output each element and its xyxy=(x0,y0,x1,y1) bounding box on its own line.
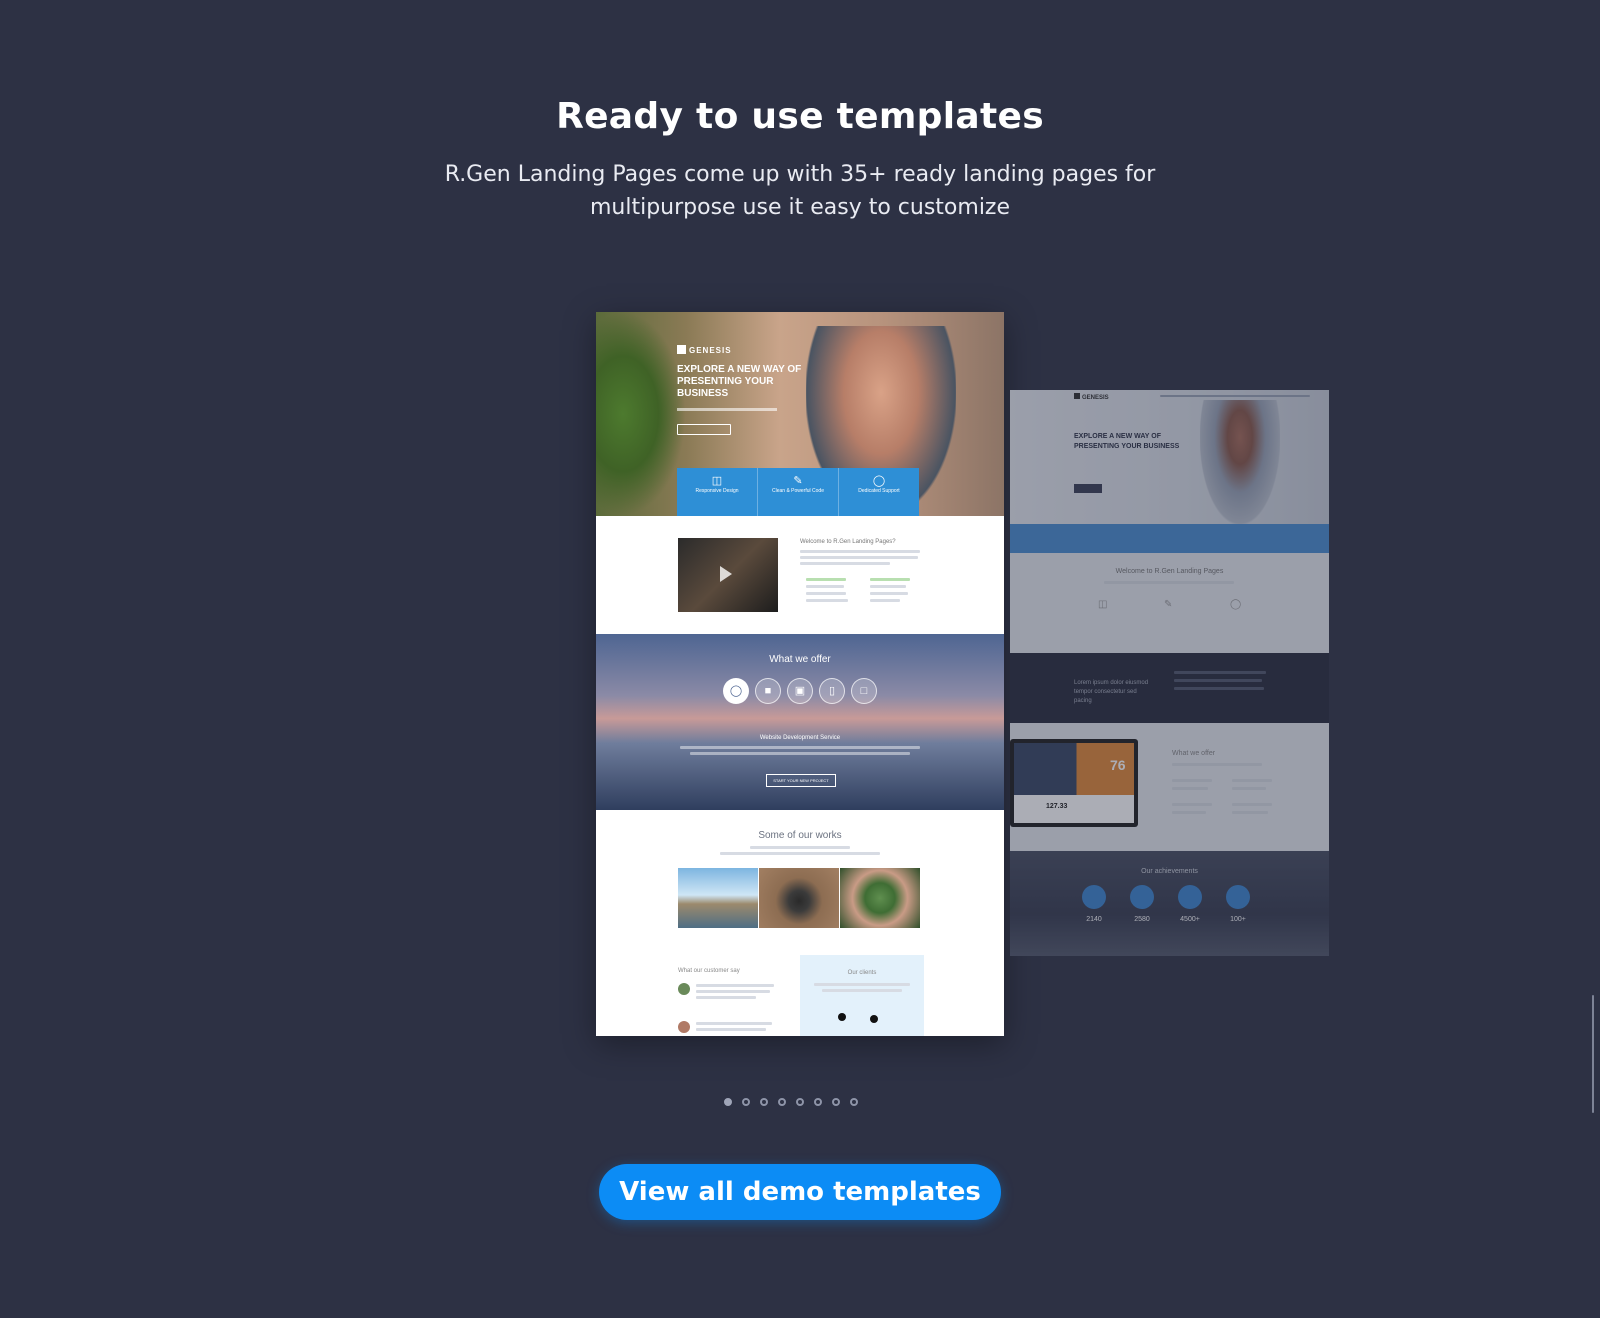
carousel-dot[interactable] xyxy=(796,1098,804,1106)
megaphone-icon: ■ xyxy=(755,678,781,704)
view-all-templates-button[interactable]: View all demo templates xyxy=(599,1164,1001,1220)
template-preview-main[interactable]: GENESIS EXPLORE A NEW WAY OF PRESENTING … xyxy=(596,312,1004,1036)
offer-heading: What we offer xyxy=(769,654,831,665)
carousel-dot[interactable] xyxy=(832,1098,840,1106)
carousel-dot[interactable] xyxy=(814,1098,822,1106)
preview-hero-headline: EXPLORE A NEW WAY OF PRESENTING YOUR BUS… xyxy=(677,364,802,399)
client-logo xyxy=(870,1015,878,1023)
section-title: Ready to use templates xyxy=(556,96,1044,137)
preview-brand: GENESIS xyxy=(677,345,732,355)
preview-hero-image: GENESIS EXPLORE A NEW WAY OF PRESENTING … xyxy=(596,312,1004,516)
offer-subheading: Website Development Service xyxy=(759,735,841,741)
work-thumb-camera xyxy=(759,868,839,928)
work-thumb-pier xyxy=(678,868,758,928)
offer-button: START YOUR NEW PROJECT xyxy=(766,774,836,787)
clients-heading: Our clients xyxy=(847,970,877,976)
play-icon xyxy=(720,566,732,582)
preview-feature-bar: ◫ Responsive Design ✎ Clean & Powerful C… xyxy=(677,468,919,516)
scrollbar[interactable] xyxy=(1592,995,1594,1113)
welcome-heading: Welcome to R.Gen Landing Pages? xyxy=(800,539,896,545)
carousel-dot[interactable] xyxy=(778,1098,786,1106)
edit-icon: ✎ xyxy=(793,475,803,487)
carousel-dot[interactable] xyxy=(724,1098,732,1106)
carousel-dot[interactable] xyxy=(742,1098,750,1106)
avatar xyxy=(678,983,690,995)
video-thumbnail xyxy=(678,538,778,612)
carousel-dot[interactable] xyxy=(760,1098,768,1106)
feature-label: Dedicated Support xyxy=(858,488,900,494)
globe-icon: ◯ xyxy=(872,475,886,487)
avatar xyxy=(678,1021,690,1033)
works-heading: Some of our works xyxy=(758,830,842,841)
preview-welcome-section: Welcome to R.Gen Landing Pages? xyxy=(596,516,1004,634)
carousel-dot[interactable] xyxy=(850,1098,858,1106)
plant-shape xyxy=(596,312,686,516)
feature-label: Responsive Design xyxy=(695,488,739,494)
mobile-icon: ▯ xyxy=(819,678,845,704)
preview-footer-section: What our customer say Our clients xyxy=(596,955,1004,1036)
feature-label: Clean & Powerful Code xyxy=(772,488,824,494)
side-preview-dim-overlay xyxy=(1010,390,1329,956)
preview-hero-button xyxy=(677,424,731,435)
globe-icon: ◯ xyxy=(723,678,749,704)
template-preview-next[interactable]: GENESIS EXPLORE A NEW WAY OF PRESENTING … xyxy=(1010,390,1329,956)
work-thumb-plant xyxy=(840,868,920,928)
preview-works-section: Some of our works xyxy=(596,810,1004,955)
testimonials-heading: What our customer say xyxy=(678,968,740,974)
window-icon: □ xyxy=(851,678,877,704)
monitor-icon: ◫ xyxy=(711,475,723,487)
clients-panel: Our clients xyxy=(800,955,924,1036)
section-subtitle: R.Gen Landing Pages come up with 35+ rea… xyxy=(444,162,1156,220)
cart-icon: ▣ xyxy=(787,678,813,704)
client-logo xyxy=(838,1013,846,1021)
carousel-pagination xyxy=(724,1098,858,1110)
preview-offer-section: What we offer ◯ ■ ▣ ▯ □ Website Developm… xyxy=(596,634,1004,810)
